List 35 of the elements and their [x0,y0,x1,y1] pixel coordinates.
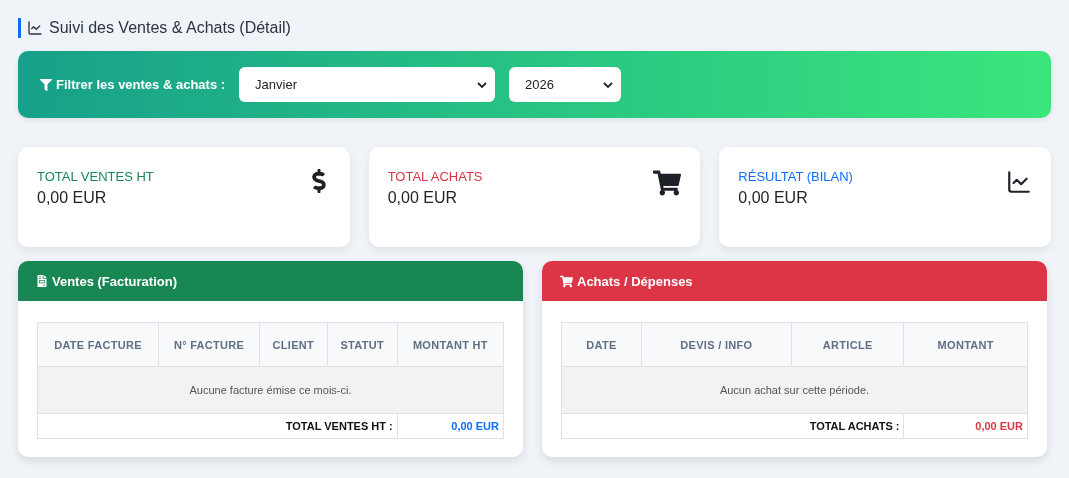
column-header: ARTICLE [791,322,904,367]
panel-title: Achats / Dépenses [577,273,693,289]
total-value: 0,00 EUR [397,413,504,439]
column-header: STATUT [327,322,398,367]
empty-message: Aucune facture émise ce mois-ci. [37,366,504,414]
line-chart-icon [1006,169,1032,195]
card-value: 0,00 EUR [37,189,108,207]
line-chart-icon [27,20,43,36]
total-label: TOTAL ACHATS : [561,413,904,439]
chevron-down-icon [477,80,488,89]
card-label: TOTAL VENTES HT [37,169,154,184]
month-select[interactable]: Janvier [239,67,496,102]
cart-icon [653,169,682,197]
column-header: DATE FACTURE [37,322,159,367]
column-header: MONTANT [903,322,1028,367]
chevron-down-icon [603,80,614,89]
column-header: N° FACTURE [158,322,260,367]
total-label: TOTAL VENTES HT : [37,413,398,439]
filter-icon [40,78,52,91]
column-header: DATE [561,322,642,367]
year-select[interactable]: 2026 [509,67,622,102]
card-value: 0,00 EUR [387,189,459,207]
card-value: 0,00 EUR [738,189,809,207]
column-header: CLIENT [259,322,328,367]
panel-title: Ventes (Facturation) [52,273,177,289]
column-header: MONTANT HT [397,322,504,367]
card-label: TOTAL ACHATS [387,169,483,184]
page-title: Suivi des Ventes & Achats (Détail) [49,19,291,37]
card-label: RÉSULTAT (BILAN) [738,169,853,184]
total-value: 0,00 EUR [903,413,1028,439]
empty-message: Aucun achat sur cette période. [561,366,1028,414]
filter-label: Filtrer les ventes & achats : [56,77,226,92]
document-icon [36,275,48,287]
cart-icon [560,274,573,288]
column-header: DEVIS / INFO [641,322,792,367]
